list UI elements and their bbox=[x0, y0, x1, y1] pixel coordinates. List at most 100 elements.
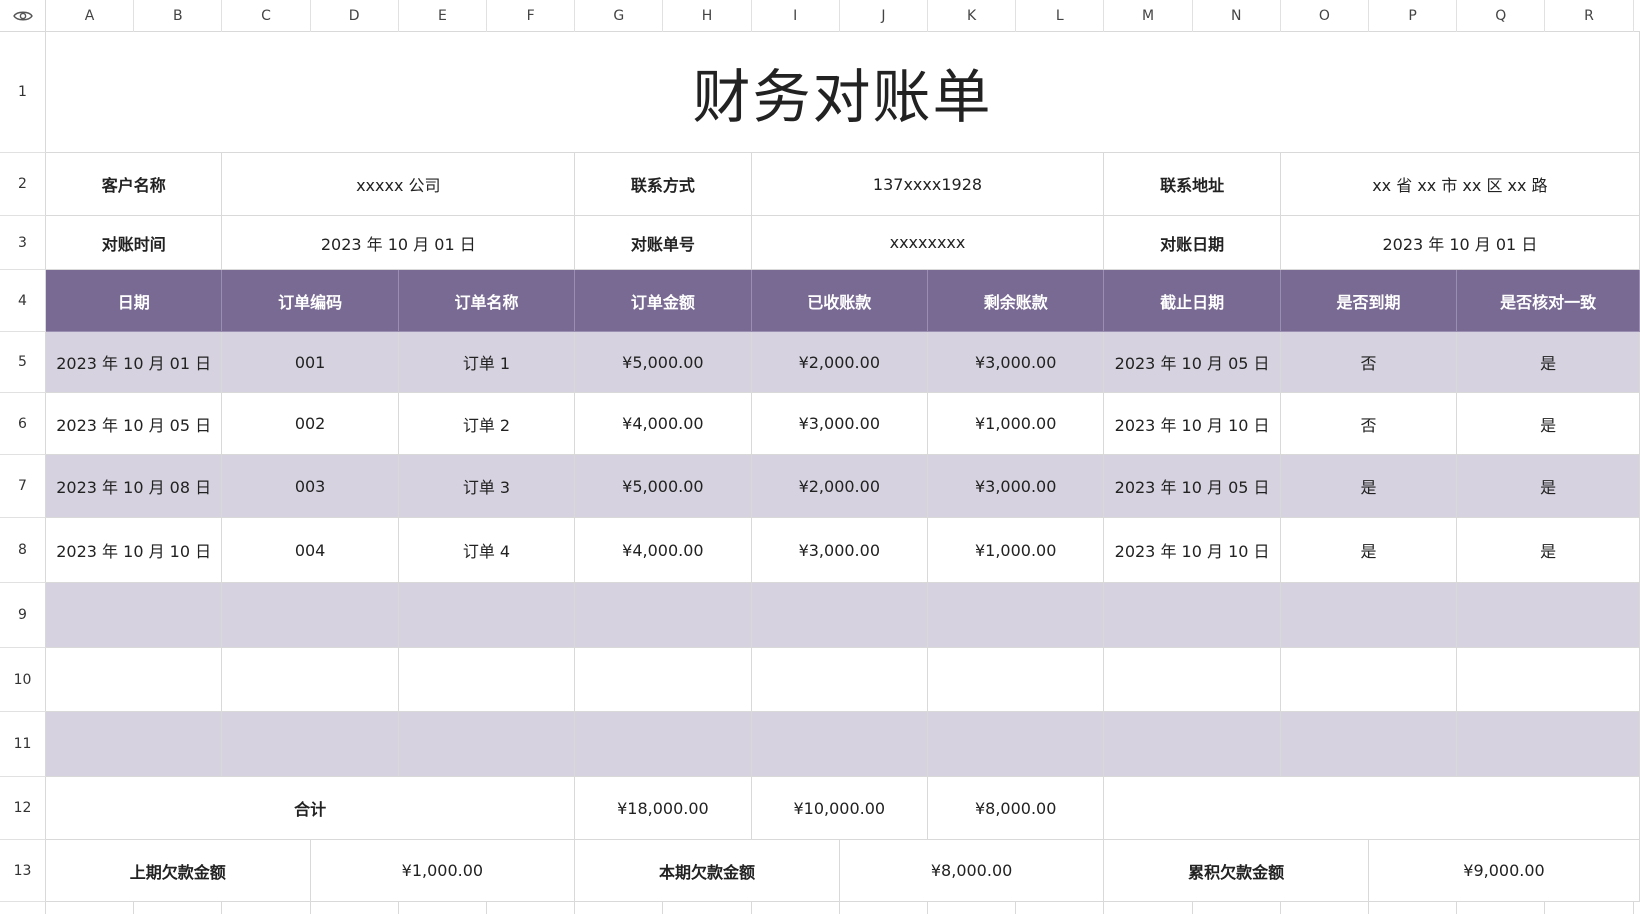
empty-cell[interactable] bbox=[1104, 712, 1281, 777]
table-cell[interactable]: 2023 年 10 月 05 日 bbox=[1104, 332, 1281, 393]
grid-cell[interactable] bbox=[752, 902, 840, 914]
table-cell[interactable]: 001 bbox=[222, 332, 399, 393]
table-header-1[interactable]: 订单编码 bbox=[222, 270, 399, 332]
table-cell[interactable]: ¥3,000.00 bbox=[928, 455, 1105, 518]
column-header-K[interactable]: K bbox=[928, 0, 1017, 32]
column-header-I[interactable]: I bbox=[752, 0, 840, 32]
empty-cell[interactable] bbox=[1457, 583, 1640, 648]
table-cell[interactable]: 是 bbox=[1457, 332, 1640, 393]
row-header-7[interactable]: 7 bbox=[0, 455, 46, 518]
table-cell[interactable]: ¥4,000.00 bbox=[575, 393, 752, 455]
customer-value[interactable]: xxxxx 公司 bbox=[222, 153, 576, 216]
grid-cell[interactable] bbox=[928, 902, 1017, 914]
row-header-2[interactable]: 2 bbox=[0, 153, 46, 216]
address-value[interactable]: xx 省 xx 市 xx 区 xx 路 bbox=[1280, 153, 1640, 216]
table-cell[interactable]: 2023 年 10 月 05 日 bbox=[1104, 455, 1281, 518]
row-header-13[interactable]: 13 bbox=[0, 840, 46, 902]
table-cell[interactable]: 是 bbox=[1280, 455, 1458, 518]
prev-arrears-value[interactable]: ¥1,000.00 bbox=[310, 840, 576, 902]
table-header-3[interactable]: 订单金额 bbox=[575, 270, 752, 332]
table-header-5[interactable]: 剩余账款 bbox=[928, 270, 1105, 332]
table-cell[interactable]: ¥5,000.00 bbox=[575, 332, 752, 393]
row-header-10[interactable]: 10 bbox=[0, 648, 46, 712]
empty-cell[interactable] bbox=[575, 712, 752, 777]
empty-cell[interactable] bbox=[1280, 583, 1458, 648]
contact-value[interactable]: 137xxxx1928 bbox=[751, 153, 1105, 216]
recon-no-value[interactable]: xxxxxxxx bbox=[751, 216, 1105, 270]
row-header-11[interactable]: 11 bbox=[0, 712, 46, 777]
table-cell[interactable]: 2023 年 10 月 10 日 bbox=[46, 518, 223, 583]
row-header-4[interactable]: 4 bbox=[0, 270, 46, 332]
row-header-12[interactable]: 12 bbox=[0, 777, 46, 840]
cumulative-arrears-label[interactable]: 累积欠款金额 bbox=[1104, 840, 1369, 902]
empty-cell[interactable] bbox=[46, 712, 223, 777]
empty-cell[interactable] bbox=[1104, 648, 1281, 712]
column-header-G[interactable]: G bbox=[575, 0, 664, 32]
table-cell[interactable]: ¥1,000.00 bbox=[928, 393, 1105, 455]
table-cell[interactable]: ¥3,000.00 bbox=[928, 332, 1105, 393]
totals-remaining[interactable]: ¥8,000.00 bbox=[928, 777, 1105, 840]
address-label[interactable]: 联系地址 bbox=[1104, 153, 1281, 216]
column-header-E[interactable]: E bbox=[399, 0, 487, 32]
row-header-3[interactable]: 3 bbox=[0, 216, 46, 270]
empty-cell[interactable] bbox=[398, 712, 576, 777]
table-cell[interactable]: 2023 年 10 月 01 日 bbox=[46, 332, 223, 393]
totals-received[interactable]: ¥10,000.00 bbox=[751, 777, 928, 840]
totals-empty[interactable] bbox=[1104, 777, 1640, 840]
grid-cell[interactable] bbox=[575, 902, 664, 914]
grid-cell[interactable] bbox=[222, 902, 311, 914]
contact-label[interactable]: 联系方式 bbox=[575, 153, 752, 216]
empty-cell[interactable] bbox=[575, 648, 752, 712]
empty-cell[interactable] bbox=[1457, 712, 1640, 777]
empty-cell[interactable] bbox=[1457, 648, 1640, 712]
table-cell[interactable]: 订单 2 bbox=[398, 393, 576, 455]
column-header-P[interactable]: P bbox=[1369, 0, 1458, 32]
empty-cell[interactable] bbox=[751, 648, 928, 712]
table-header-4[interactable]: 已收账款 bbox=[751, 270, 928, 332]
column-header-H[interactable]: H bbox=[663, 0, 752, 32]
recon-date-label[interactable]: 对账日期 bbox=[1104, 216, 1281, 270]
empty-cell[interactable] bbox=[46, 583, 223, 648]
table-cell[interactable]: ¥2,000.00 bbox=[751, 332, 928, 393]
table-cell[interactable]: ¥3,000.00 bbox=[751, 393, 928, 455]
column-header-L[interactable]: L bbox=[1016, 0, 1105, 32]
row-header-8[interactable]: 8 bbox=[0, 518, 46, 583]
recon-time-label[interactable]: 对账时间 bbox=[46, 216, 223, 270]
grid-cell[interactable] bbox=[399, 902, 487, 914]
recon-date-value[interactable]: 2023 年 10 月 01 日 bbox=[1280, 216, 1640, 270]
empty-cell[interactable] bbox=[751, 583, 928, 648]
totals-order-amount[interactable]: ¥18,000.00 bbox=[575, 777, 752, 840]
column-header-J[interactable]: J bbox=[840, 0, 928, 32]
cumulative-arrears-value[interactable]: ¥9,000.00 bbox=[1369, 840, 1640, 902]
table-cell[interactable]: ¥4,000.00 bbox=[575, 518, 752, 583]
empty-cell[interactable] bbox=[222, 712, 399, 777]
grid-cell[interactable] bbox=[1193, 902, 1281, 914]
grid-cell[interactable] bbox=[1457, 902, 1546, 914]
column-header-F[interactable]: F bbox=[487, 0, 576, 32]
grid-cell[interactable] bbox=[1369, 902, 1458, 914]
empty-cell[interactable] bbox=[398, 648, 576, 712]
eye-icon[interactable] bbox=[0, 0, 46, 32]
table-header-8[interactable]: 是否核对一致 bbox=[1457, 270, 1640, 332]
table-cell[interactable]: 订单 1 bbox=[398, 332, 576, 393]
table-cell[interactable]: 否 bbox=[1280, 332, 1458, 393]
empty-cell[interactable] bbox=[751, 712, 928, 777]
column-header-R[interactable]: R bbox=[1545, 0, 1634, 32]
grid-cell[interactable] bbox=[311, 902, 399, 914]
column-header-N[interactable]: N bbox=[1193, 0, 1281, 32]
row-header-5[interactable]: 5 bbox=[0, 332, 46, 393]
table-cell[interactable]: 002 bbox=[222, 393, 399, 455]
grid-cell[interactable] bbox=[840, 902, 928, 914]
table-cell[interactable]: 是 bbox=[1280, 518, 1458, 583]
grid-cell[interactable] bbox=[1104, 902, 1193, 914]
recon-time-value[interactable]: 2023 年 10 月 01 日 bbox=[222, 216, 576, 270]
empty-cell[interactable] bbox=[575, 583, 752, 648]
grid-cell[interactable] bbox=[1281, 902, 1369, 914]
totals-label[interactable]: 合计 bbox=[46, 777, 576, 840]
table-cell[interactable]: ¥5,000.00 bbox=[575, 455, 752, 518]
grid-cell[interactable] bbox=[487, 902, 576, 914]
row-header-9[interactable]: 9 bbox=[0, 583, 46, 648]
current-arrears-label[interactable]: 本期欠款金额 bbox=[575, 840, 840, 902]
table-cell[interactable]: 003 bbox=[222, 455, 399, 518]
table-cell[interactable]: 2023 年 10 月 08 日 bbox=[46, 455, 223, 518]
